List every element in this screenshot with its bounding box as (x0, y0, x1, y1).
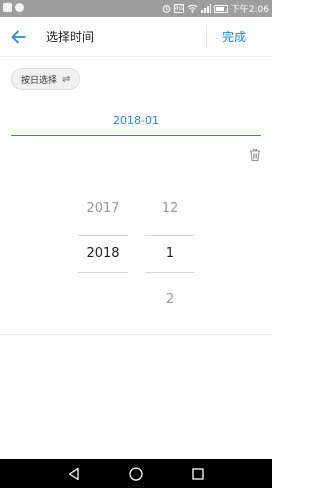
month-selected[interactable]: 1 (145, 246, 195, 261)
section-divider (0, 334, 272, 335)
year-selected[interactable]: 2018 (78, 246, 128, 261)
status-time: 下午2:06 (230, 5, 269, 15)
network-badge: 4G (173, 4, 184, 13)
app-notification-icon (3, 3, 12, 12)
battery-icon (213, 4, 228, 13)
nav-home-button[interactable] (127, 465, 145, 483)
year-prev[interactable]: 2017 (78, 201, 128, 216)
nav-recents-button[interactable] (189, 465, 207, 483)
signal-icon (200, 4, 211, 13)
screen: 4G 下午2:06 选择时间 完成 按日选择 ⇌ 2018-01 2017 20… (0, 0, 272, 488)
done-button[interactable]: 完成 (222, 28, 246, 45)
app-bar: 选择时间 完成 (0, 17, 272, 57)
back-button[interactable] (6, 24, 32, 50)
month-next[interactable]: 2 (145, 292, 195, 307)
triangle-back-icon (68, 467, 79, 481)
month-picker-line-bottom (145, 272, 195, 273)
header-divider (206, 26, 207, 48)
month-column[interactable]: 12 1 2 (145, 200, 195, 320)
app-notification-icon (15, 3, 24, 12)
alarm-icon (162, 5, 171, 13)
month-picker-line-top (145, 235, 195, 236)
square-recents-icon (192, 468, 204, 480)
month-prev[interactable]: 12 (145, 201, 195, 216)
chip-label: 按日选择 (21, 75, 58, 86)
selected-date-field[interactable]: 2018-01 (11, 110, 261, 136)
year-picker-line-bottom (78, 272, 128, 273)
clear-button[interactable] (247, 147, 263, 163)
circle-home-icon (129, 467, 143, 481)
year-column[interactable]: 2017 2018 (78, 200, 128, 320)
arrow-left-icon (11, 30, 26, 44)
wifi-icon (187, 4, 198, 13)
year-picker-line-top (78, 235, 128, 236)
select-by-day-chip[interactable]: 按日选择 ⇌ (11, 68, 81, 90)
nav-back-button[interactable] (65, 465, 83, 483)
swap-icon: ⇌ (62, 73, 71, 85)
trash-icon (250, 149, 260, 162)
page-title: 选择时间 (46, 30, 95, 44)
status-bar: 4G 下午2:06 (0, 0, 272, 17)
navigation-bar (0, 459, 272, 488)
